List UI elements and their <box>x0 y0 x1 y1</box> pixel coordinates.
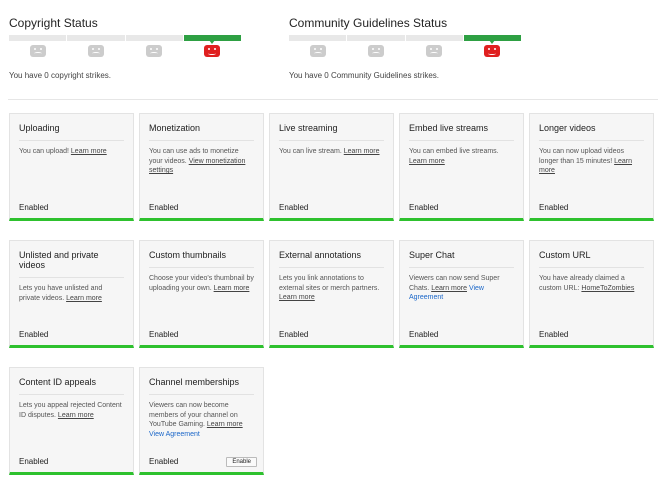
card-title: Live streaming <box>279 123 384 141</box>
status-label: Enabled <box>149 457 179 466</box>
custom-url-link[interactable]: HomeToZombies <box>581 285 634 292</box>
card-title: Content ID appeals <box>19 377 124 395</box>
strike-face-icon <box>88 45 104 57</box>
feature-card-uploading: Uploading You can upload! Learn more Ena… <box>9 113 134 221</box>
strike-face-icon <box>310 45 326 57</box>
card-title: Unlisted and private videos <box>19 250 124 278</box>
status-label: Enabled <box>19 457 49 466</box>
feature-card-custom-thumbnails: Custom thumbnails Choose your video's th… <box>139 240 264 348</box>
strike-face-icon <box>368 45 384 57</box>
learn-more-link[interactable]: Learn more <box>431 285 467 292</box>
status-label: Enabled <box>19 330 49 339</box>
feature-card-content-id-appeals: Content ID appeals Lets you appeal rejec… <box>9 367 134 475</box>
card-desc: You can upload! <box>19 148 71 155</box>
happy-face-icon <box>204 40 220 57</box>
status-label: Enabled <box>149 203 179 212</box>
happy-face-icon <box>484 40 500 57</box>
learn-more-link[interactable]: Learn more <box>66 295 102 302</box>
view-agreement-link[interactable]: View Agreement <box>149 431 200 438</box>
card-title: External annotations <box>279 250 384 268</box>
card-title: Channel memberships <box>149 377 254 395</box>
feature-card-channel-memberships: Channel memberships Viewers can now beco… <box>139 367 264 475</box>
card-title: Monetization <box>149 123 254 141</box>
enable-button[interactable]: Enable <box>226 457 257 467</box>
status-label: Enabled <box>279 330 309 339</box>
feature-card-longer-videos: Longer videos You can now upload videos … <box>529 113 654 221</box>
feature-card-super-chat: Super Chat Viewers can now send Super Ch… <box>399 240 524 348</box>
strike-face-icon <box>426 45 442 57</box>
status-label: Enabled <box>149 330 179 339</box>
status-label: Enabled <box>539 330 569 339</box>
card-title: Longer videos <box>539 123 644 141</box>
status-label: Enabled <box>539 203 569 212</box>
feature-card-custom-url: Custom URL You have already claimed a cu… <box>529 240 654 348</box>
copyright-status-text: You have 0 copyright strikes. <box>9 71 111 80</box>
divider <box>8 99 658 100</box>
feature-card-live-streaming: Live streaming You can live stream. Lear… <box>269 113 394 221</box>
card-desc: You can live stream. <box>279 148 344 155</box>
copyright-status-title: Copyright Status <box>9 16 98 30</box>
status-label: Enabled <box>279 203 309 212</box>
copyright-strike-bar <box>9 35 241 41</box>
card-title: Custom URL <box>539 250 644 268</box>
learn-more-link[interactable]: Learn more <box>58 412 94 419</box>
learn-more-link[interactable]: Learn more <box>71 148 107 155</box>
feature-card-embed-live-streams: Embed live streams You can embed live st… <box>399 113 524 221</box>
community-strike-bar <box>289 35 521 41</box>
status-label: Enabled <box>409 203 439 212</box>
learn-more-link[interactable]: Learn more <box>279 294 315 301</box>
learn-more-link[interactable]: Learn more <box>207 421 243 428</box>
learn-more-link[interactable]: Learn more <box>409 158 445 165</box>
community-status-title: Community Guidelines Status <box>289 16 448 30</box>
card-title: Custom thumbnails <box>149 250 254 268</box>
card-title: Super Chat <box>409 250 514 268</box>
status-label: Enabled <box>19 203 49 212</box>
feature-card-external-annotations: External annotations Lets you link annot… <box>269 240 394 348</box>
strike-face-icon <box>30 45 46 57</box>
community-status: Community Guidelines Status You have 0 C… <box>289 14 529 80</box>
card-desc: You can embed live streams. <box>409 148 499 155</box>
learn-more-link[interactable]: Learn more <box>214 285 250 292</box>
community-status-text: You have 0 Community Guidelines strikes. <box>289 71 439 80</box>
card-title: Uploading <box>19 123 124 141</box>
copyright-status: Copyright Status You have 0 copyright st… <box>9 14 249 80</box>
learn-more-link[interactable]: Learn more <box>344 148 380 155</box>
card-desc: You can now upload videos longer than 15… <box>539 148 624 165</box>
feature-card-monetization: Monetization You can use ads to monetize… <box>139 113 264 221</box>
card-title: Embed live streams <box>409 123 514 141</box>
card-desc: Lets you link annotations to external si… <box>279 275 380 292</box>
strike-face-icon <box>146 45 162 57</box>
feature-card-unlisted-private: Unlisted and private videos Lets you hav… <box>9 240 134 348</box>
status-label: Enabled <box>409 330 439 339</box>
